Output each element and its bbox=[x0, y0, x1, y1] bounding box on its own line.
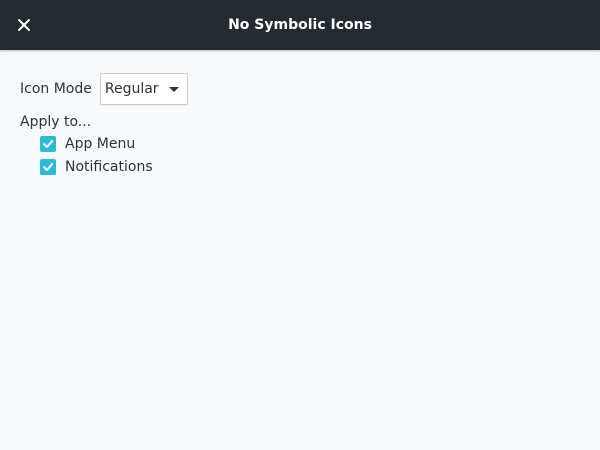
app-menu-checkbox-row[interactable]: App Menu bbox=[40, 132, 580, 155]
apply-to-label: Apply to... bbox=[20, 114, 92, 130]
notifications-checkbox[interactable] bbox=[40, 158, 56, 175]
close-button[interactable] bbox=[9, 10, 39, 40]
check-icon bbox=[43, 162, 54, 171]
icon-mode-selected-value: Regular bbox=[104, 81, 159, 97]
notifications-label: Notifications bbox=[65, 158, 153, 175]
icon-mode-dropdown[interactable]: Regular bbox=[99, 73, 188, 105]
settings-content: Icon Mode Regular Apply to... App Menu N… bbox=[20, 72, 580, 178]
notifications-checkbox-row[interactable]: Notifications bbox=[40, 155, 580, 178]
close-icon bbox=[18, 19, 30, 31]
dialog-window: No Symbolic Icons Icon Mode Regular Appl… bbox=[0, 0, 600, 450]
icon-mode-row: Icon Mode Regular bbox=[20, 72, 580, 106]
app-menu-label: App Menu bbox=[65, 135, 136, 152]
chevron-down-icon bbox=[168, 87, 179, 92]
header-bar: No Symbolic Icons bbox=[0, 0, 600, 50]
icon-mode-label: Icon Mode bbox=[20, 81, 92, 97]
window-title: No Symbolic Icons bbox=[228, 17, 372, 33]
check-icon bbox=[43, 139, 54, 148]
app-menu-checkbox[interactable] bbox=[40, 135, 56, 152]
